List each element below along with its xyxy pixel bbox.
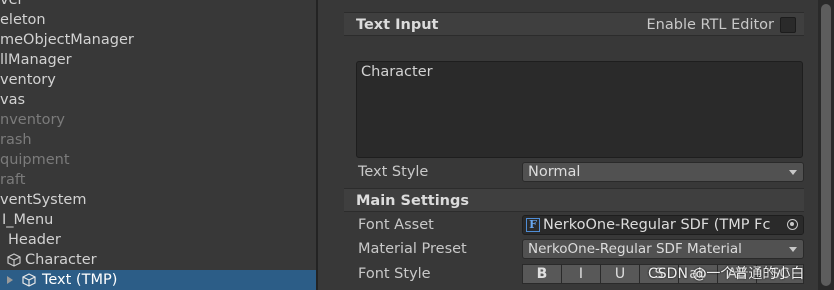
font-asset-label: Font Asset (358, 217, 434, 233)
inspector-scrollbar[interactable] (818, 0, 834, 290)
hierarchy-item-label: ver (0, 0, 24, 8)
underline-style-button[interactable]: U (600, 264, 640, 284)
hierarchy-item-label: vas (0, 92, 26, 108)
scrollbar-thumb[interactable] (821, 4, 831, 286)
hierarchy-item[interactable]: I_Menu (0, 210, 316, 230)
hierarchy-item-disabled[interactable]: nventory (0, 110, 316, 130)
hierarchy-panel: ver eleton meObjectManager llManager ven… (0, 0, 316, 290)
bold-style-button[interactable]: B (522, 264, 562, 284)
rtl-editor-label: Enable RTL Editor (646, 17, 774, 33)
section-title: Text Input (356, 17, 439, 33)
rtl-editor-checkbox[interactable] (780, 17, 796, 33)
hierarchy-item[interactable]: eleton (0, 10, 316, 30)
hierarchy-item[interactable]: vas (0, 90, 316, 110)
hierarchy-item-label: eleton (0, 12, 46, 28)
hierarchy-item-disabled[interactable]: quipment (0, 150, 316, 170)
text-input-section-header[interactable]: Text Input Enable RTL Editor (344, 12, 804, 36)
font-asset-value: NerkoOne-Regular SDF (TMP Fc (543, 217, 771, 233)
gameobject-cube-icon (22, 273, 36, 287)
foldout-arrow-icon[interactable] (7, 276, 13, 284)
hierarchy-item-label: nventory (0, 112, 65, 128)
text-style-dropdown[interactable]: Normal (522, 162, 804, 182)
material-preset-label: Material Preset (358, 241, 467, 257)
hierarchy-item[interactable]: ver (0, 0, 316, 10)
hierarchy-item-disabled[interactable]: rash (0, 130, 316, 150)
hierarchy-item-label: Header (8, 232, 61, 248)
dropdown-arrow-icon (789, 247, 797, 252)
hierarchy-item-label: ventory (0, 72, 56, 88)
font-asset-icon: F (526, 218, 540, 232)
hierarchy-item-header[interactable]: Header (0, 230, 316, 250)
hierarchy-item[interactable]: ventory (0, 70, 316, 90)
text-input-area[interactable]: Character (356, 61, 803, 158)
hierarchy-item[interactable]: meObjectManager (0, 30, 316, 50)
section-title: Main Settings (356, 193, 469, 209)
hierarchy-item-label: quipment (0, 152, 70, 168)
italic-style-button[interactable]: I (561, 264, 601, 284)
hierarchy-item-label: rash (0, 132, 32, 148)
text-style-label: Text Style (358, 164, 429, 180)
hierarchy-item-label: Character (25, 252, 97, 268)
hierarchy-item-character[interactable]: Character (0, 250, 316, 270)
hierarchy-item-label: meObjectManager (0, 32, 134, 48)
hierarchy-item[interactable]: llManager (0, 50, 316, 70)
gameobject-cube-icon (7, 253, 21, 267)
material-preset-dropdown[interactable]: NerkoOne-Regular SDF Material (522, 239, 804, 259)
material-preset-value: NerkoOne-Regular SDF Material (528, 241, 742, 257)
hierarchy-item-label: I_Menu (2, 212, 54, 228)
watermark: CSDN @一个普通的小白 (648, 266, 805, 282)
hierarchy-item-text-tmp[interactable]: Text (TMP) (0, 270, 316, 290)
dropdown-arrow-icon (789, 170, 797, 175)
hierarchy-item-label: llManager (0, 52, 72, 68)
font-asset-field[interactable]: F NerkoOne-Regular SDF (TMP Fc (522, 215, 804, 235)
hierarchy-item[interactable]: ventSystem (0, 190, 316, 210)
inspector-panel: Text Input Enable RTL Editor Character T… (318, 0, 818, 290)
text-style-value: Normal (528, 164, 581, 180)
hierarchy-item-label: Text (TMP) (42, 272, 118, 288)
hierarchy-item-disabled[interactable]: raft (0, 170, 316, 190)
font-style-label: Font Style (358, 266, 431, 282)
hierarchy-item-label: ventSystem (0, 192, 87, 208)
hierarchy-item-label: raft (0, 172, 26, 188)
object-picker-icon[interactable] (783, 216, 803, 234)
main-settings-section-header[interactable]: Main Settings (344, 188, 804, 212)
